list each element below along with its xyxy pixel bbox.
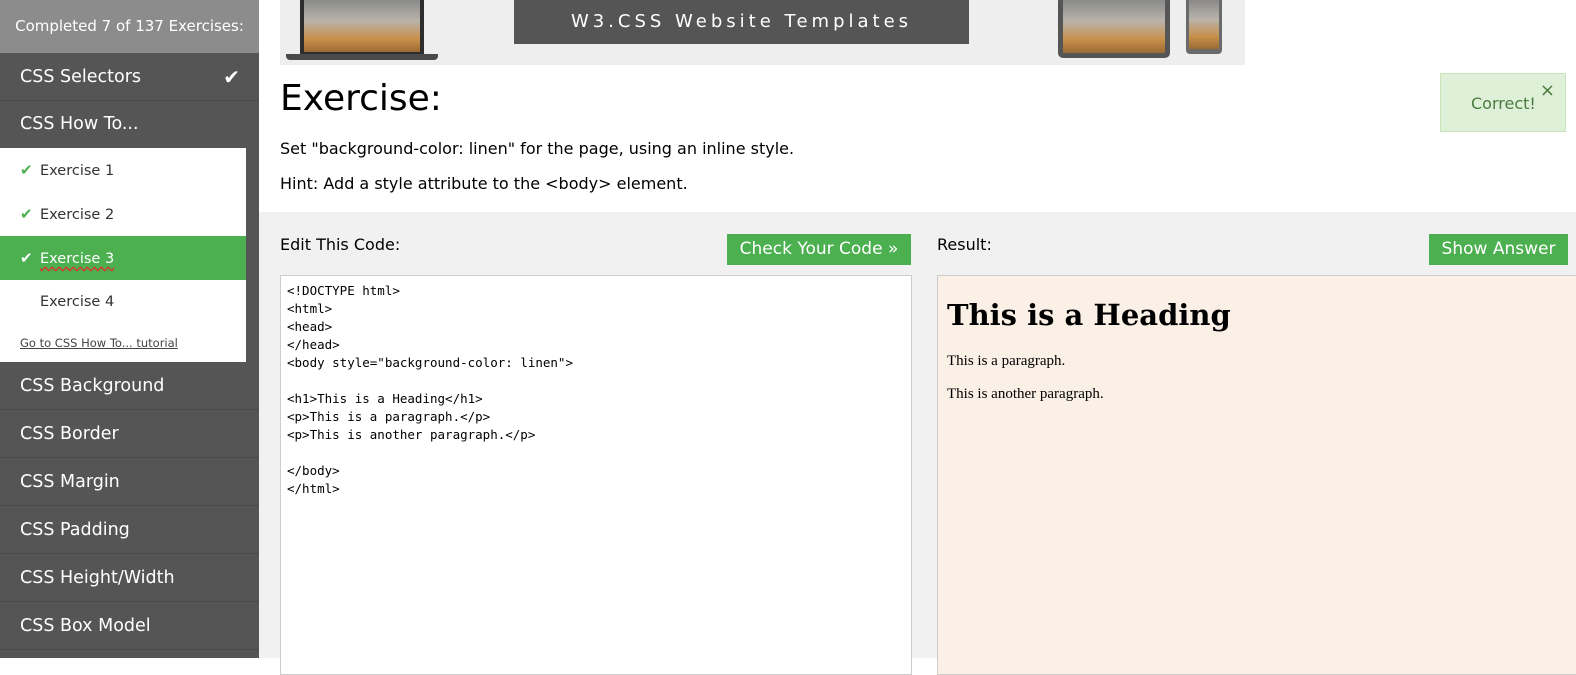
exercise-label: Exercise 4 bbox=[40, 294, 115, 310]
code-line: </body> bbox=[287, 463, 340, 478]
exercise-label: Exercise 3 bbox=[40, 251, 115, 267]
result-paragraph: This is another paragraph. bbox=[947, 386, 1104, 402]
category-label: CSS Box Model bbox=[20, 616, 151, 636]
category-label: CSS How To... bbox=[20, 114, 139, 134]
sidebar-category-css-selectors[interactable]: CSS Selectors ✔ bbox=[0, 53, 259, 101]
progress-counter: Completed 7 of 137 Exercises: bbox=[0, 0, 259, 53]
sidebar-category-css-margin[interactable]: CSS Margin bbox=[0, 458, 259, 506]
exercise-label: Exercise 1 bbox=[40, 163, 115, 179]
code-line: <!DOCTYPE html> bbox=[287, 283, 400, 298]
show-answer-button[interactable]: Show Answer bbox=[1429, 234, 1568, 265]
code-line: <p>This is another paragraph.</p> bbox=[287, 427, 536, 442]
category-label: CSS Selectors bbox=[20, 67, 142, 87]
result-preview: This is a Heading This is a paragraph. T… bbox=[937, 275, 1576, 675]
category-label: CSS Height/Width bbox=[20, 568, 175, 588]
code-line: </html> bbox=[287, 481, 340, 496]
exercise-instruction: Set "background-color: linen" for the pa… bbox=[280, 139, 795, 158]
exercise-workarea: Edit This Code: Check Your Code » Result… bbox=[259, 212, 1576, 675]
sidebar-category-css-height-width[interactable]: CSS Height/Width bbox=[0, 554, 259, 602]
notification-message: Correct! bbox=[1471, 94, 1536, 113]
phone-mockup-image bbox=[1186, 0, 1222, 54]
checkmark-icon: ✔ bbox=[20, 205, 33, 223]
exercise-submenu: ✔ Exercise 1 ✔ Exercise 2 ✔ Exercise 3 Exer… bbox=[0, 148, 246, 362]
code-line: <html> bbox=[287, 301, 333, 316]
sidebar-category-css-box-model[interactable]: CSS Box Model bbox=[0, 602, 259, 650]
exercise-label: Exercise 2 bbox=[40, 207, 115, 223]
exercise-heading: Exercise: bbox=[280, 78, 442, 119]
check-code-button[interactable]: Check Your Code » bbox=[727, 234, 911, 265]
exercise-hint: Hint: Add a style attribute to the <body… bbox=[280, 174, 688, 193]
code-line: <body style="background-color: linen"> bbox=[287, 355, 573, 370]
category-label: CSS Padding bbox=[20, 520, 130, 540]
code-line: <p>This is a paragraph.</p> bbox=[287, 409, 491, 424]
exercise-item-2[interactable]: ✔ Exercise 2 bbox=[0, 192, 246, 236]
tablet-mockup-image bbox=[1058, 0, 1170, 58]
result-heading: This is a Heading bbox=[947, 298, 1231, 332]
category-label: CSS Background bbox=[20, 376, 165, 396]
code-editor[interactable]: <!DOCTYPE html> <html> <head> </head> <b… bbox=[280, 275, 912, 675]
exercise-item-4[interactable]: Exercise 4 bbox=[0, 280, 246, 324]
result-label: Result: bbox=[937, 235, 992, 254]
laptop-base bbox=[286, 54, 438, 60]
main-content: W3.CSS Website Templates Exercise: Set "… bbox=[259, 0, 1576, 675]
code-line: <head> bbox=[287, 319, 333, 334]
editor-label: Edit This Code: bbox=[280, 235, 401, 254]
code-line: <h1>This is a Heading</h1> bbox=[287, 391, 483, 406]
sidebar-category-css-padding[interactable]: CSS Padding bbox=[0, 506, 259, 554]
banner-title: W3.CSS Website Templates bbox=[514, 0, 969, 44]
tutorial-link[interactable]: Go to CSS How To... tutorial bbox=[0, 324, 246, 362]
correct-notification: Correct! × bbox=[1440, 73, 1566, 132]
sidebar-category-css-how-to[interactable]: CSS How To... bbox=[0, 101, 259, 148]
close-icon[interactable]: × bbox=[1540, 80, 1555, 101]
checkmark-icon: ✔ bbox=[20, 249, 33, 267]
checkmark-icon: ✔ bbox=[20, 161, 33, 179]
category-label: CSS Margin bbox=[20, 472, 120, 492]
result-paragraph: This is a paragraph. bbox=[947, 353, 1066, 369]
templates-banner-ad[interactable]: W3.CSS Website Templates bbox=[280, 0, 1245, 65]
checkmark-icon: ✔ bbox=[223, 65, 240, 89]
exercise-sidebar: Completed 7 of 137 Exercises: CSS Select… bbox=[0, 0, 259, 658]
laptop-mockup-image bbox=[300, 0, 424, 54]
sidebar-category-css-border[interactable]: CSS Border bbox=[0, 410, 259, 458]
sidebar-category-css-background[interactable]: CSS Background bbox=[0, 362, 259, 410]
exercise-item-3[interactable]: ✔ Exercise 3 bbox=[0, 236, 246, 280]
code-line: </head> bbox=[287, 337, 340, 352]
exercise-item-1[interactable]: ✔ Exercise 1 bbox=[0, 148, 246, 192]
category-label: CSS Border bbox=[20, 424, 119, 444]
